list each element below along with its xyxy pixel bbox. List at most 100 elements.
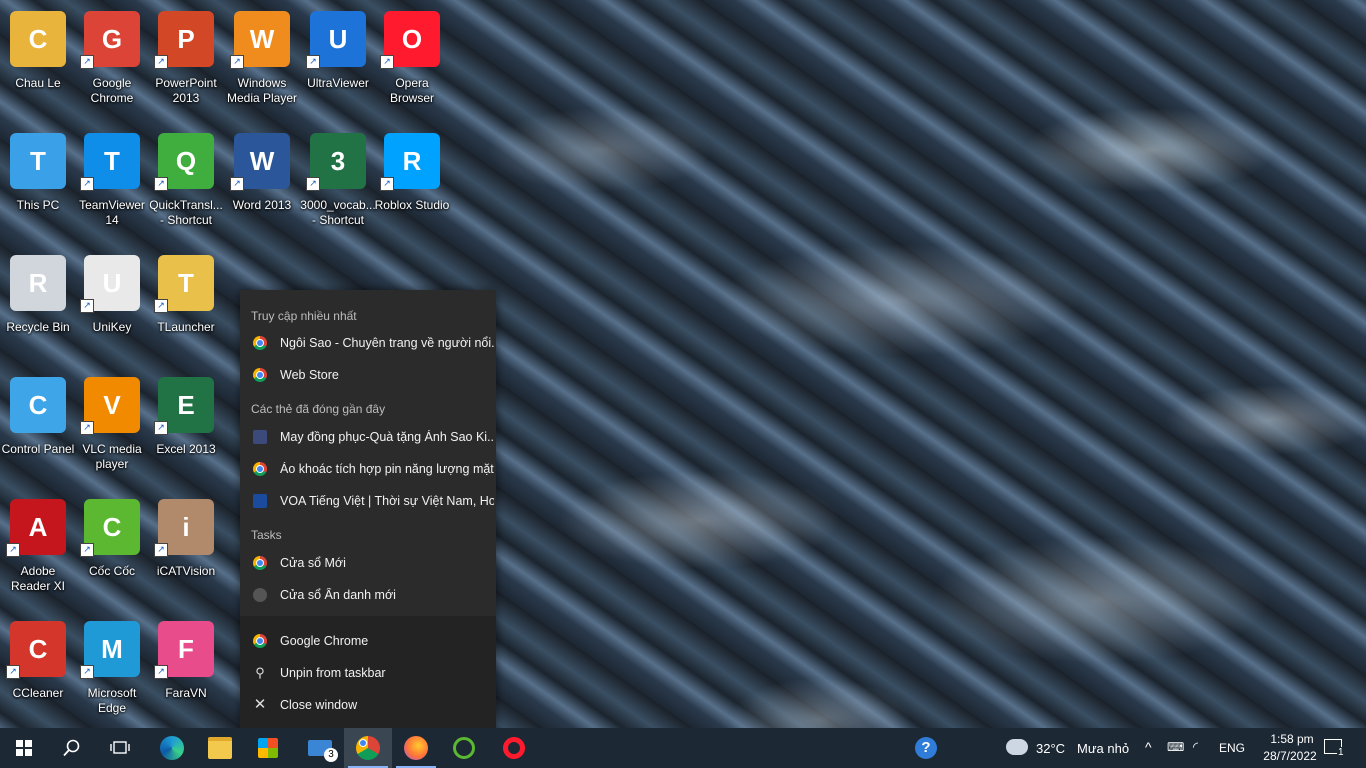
desktop-icon-label: 3000_vocab... - Shortcut bbox=[300, 198, 376, 227]
desktop-icon-label: VLC media player bbox=[82, 442, 142, 471]
chrome-jump-list: Truy cập nhiều nhất Ngôi Sao - Chuyên tr… bbox=[240, 290, 496, 728]
desktop-icon-excel[interactable]: E ↗ Excel 2013 bbox=[148, 371, 224, 491]
desktop-icon-label: UltraViewer bbox=[307, 76, 369, 90]
desktop-icon-label: Roblox Studio bbox=[374, 198, 450, 212]
store-icon bbox=[258, 738, 278, 758]
desktop-icon-checkmark[interactable]: Q ↗ QuickTransl... - Shortcut bbox=[148, 127, 224, 247]
folder-icon bbox=[208, 737, 232, 759]
incognito-icon bbox=[253, 588, 267, 602]
opera-icon bbox=[503, 737, 525, 759]
user-folder-icon: C bbox=[10, 11, 66, 67]
taskbar-edge[interactable] bbox=[148, 728, 196, 768]
desktop-icon-label: TeamViewer 14 bbox=[79, 198, 145, 227]
section-tasks: Tasks bbox=[251, 528, 282, 542]
desktop-icon-ccleaner[interactable]: C ↗ CCleaner bbox=[0, 615, 76, 735]
desktop-icon-label: PowerPoint 2013 bbox=[155, 76, 217, 105]
search-button[interactable] bbox=[48, 728, 96, 768]
desktop-icon-folder[interactable]: T ↗ TLauncher bbox=[148, 249, 224, 369]
shortcut-arrow-icon: ↗ bbox=[230, 177, 244, 191]
desktop-icon-icatvision[interactable]: i ↗ iCATVision bbox=[148, 493, 224, 613]
close-window[interactable]: ✕ Close window bbox=[240, 690, 496, 720]
task-new-window[interactable]: Cửa sổ Mới bbox=[240, 548, 496, 578]
edge-icon bbox=[160, 736, 184, 760]
shortcut-arrow-icon: ↗ bbox=[230, 55, 244, 69]
desktop-icon-computer[interactable]: T This PC bbox=[0, 127, 76, 247]
windows-icon bbox=[16, 740, 32, 756]
shortcut-arrow-icon: ↗ bbox=[154, 299, 168, 313]
desktop-icon-user-folder[interactable]: C Chau Le bbox=[0, 5, 76, 125]
shortcut-arrow-icon: ↗ bbox=[154, 55, 168, 69]
weather-condition[interactable]: Mưa nhỏ bbox=[1077, 741, 1129, 756]
clock-date[interactable]: 28/7/2022 bbox=[1254, 749, 1326, 763]
desktop-icon-excel-file[interactable]: 3 ↗ 3000_vocab... - Shortcut bbox=[300, 127, 376, 247]
desktop-icon-unikey[interactable]: U ↗ UniKey bbox=[74, 249, 150, 369]
desktop-icon-control-panel[interactable]: C Control Panel bbox=[0, 371, 76, 491]
shortcut-arrow-icon: ↗ bbox=[80, 421, 94, 435]
desktop-icon-word[interactable]: W ↗ Word 2013 bbox=[224, 127, 300, 247]
desktop-icon-edge[interactable]: M ↗ Microsoft Edge bbox=[74, 615, 150, 735]
jump-item-recent-2[interactable]: Áo khoác tích hợp pin năng lượng mặt... bbox=[240, 454, 496, 484]
clock-time[interactable]: 1:58 pm bbox=[1262, 732, 1322, 746]
shortcut-arrow-icon: ↗ bbox=[306, 55, 320, 69]
computer-icon: T bbox=[10, 133, 66, 189]
desktop-icon-chrome[interactable]: G ↗ Google Chrome bbox=[74, 5, 150, 125]
mail-badge: 3 bbox=[324, 748, 338, 762]
desktop-icon-coccoc[interactable]: C ↗ Cốc Cốc bbox=[74, 493, 150, 613]
chrome-icon bbox=[253, 462, 267, 476]
desktop-icon-media-player[interactable]: W ↗ Windows Media Player bbox=[224, 5, 300, 125]
desktop-icon-roblox-studio[interactable]: R ↗ Roblox Studio bbox=[374, 127, 450, 247]
taskbar-chrome[interactable] bbox=[344, 728, 392, 768]
desktop-icon-vlc[interactable]: V ↗ VLC media player bbox=[74, 371, 150, 491]
shortcut-arrow-icon: ↗ bbox=[154, 543, 168, 557]
shortcut-arrow-icon: ↗ bbox=[6, 665, 20, 679]
close-icon: ✕ bbox=[253, 696, 267, 713]
desktop-icon-label: Word 2013 bbox=[232, 198, 292, 212]
chevron-up-icon[interactable]: ^ bbox=[1145, 739, 1152, 755]
keyboard-input-icon[interactable]: ⌨ bbox=[1167, 740, 1184, 754]
jump-item-recent-1[interactable]: May đồng phục-Quà tặng Ánh Sao Ki... bbox=[240, 422, 496, 452]
desktop-icon-label: iCATVision bbox=[156, 564, 216, 578]
jump-list-footer: Google Chrome ⚲ Unpin from taskbar ✕ Close… bbox=[240, 616, 496, 728]
unpin-icon: ⚲ bbox=[255, 665, 265, 680]
weather-temperature[interactable]: 32°C bbox=[1036, 741, 1065, 756]
desktop: C Chau Le G ↗ Google Chrome P ↗ PowerPoint 2013… bbox=[0, 0, 1366, 728]
desktop-icon-powerpoint[interactable]: P ↗ PowerPoint 2013 bbox=[148, 5, 224, 125]
desktop-icon-recycle-bin[interactable]: R Recycle Bin bbox=[0, 249, 76, 369]
site-icon bbox=[253, 430, 267, 444]
desktop-icon-label: Chau Le bbox=[15, 76, 61, 90]
shortcut-arrow-icon: ↗ bbox=[80, 55, 94, 69]
language-indicator[interactable]: ENG bbox=[1219, 741, 1245, 755]
taskbar-file-explorer[interactable] bbox=[196, 728, 244, 768]
task-view-button[interactable] bbox=[96, 728, 144, 768]
start-button[interactable] bbox=[0, 728, 48, 768]
taskbar-opera[interactable] bbox=[490, 728, 538, 768]
shortcut-arrow-icon: ↗ bbox=[154, 665, 168, 679]
recycle-bin-icon: R bbox=[10, 255, 66, 311]
chrome-icon bbox=[356, 736, 380, 760]
jump-item-webstore[interactable]: Web Store bbox=[240, 360, 496, 390]
jump-item-ngoisao[interactable]: Ngôi Sao - Chuyên trang về người nổi... bbox=[240, 328, 496, 358]
taskbar-firefox[interactable] bbox=[392, 728, 440, 768]
taskbar-store[interactable] bbox=[244, 728, 292, 768]
shortcut-arrow-icon: ↗ bbox=[380, 55, 394, 69]
jump-item-recent-3[interactable]: VOA Tiếng Việt | Thời sự Việt Nam, Ho... bbox=[240, 486, 496, 516]
desktop-icon-opera[interactable]: O ↗ Opera Browser bbox=[374, 5, 450, 125]
taskbar-coccoc[interactable] bbox=[440, 728, 488, 768]
taskbar-mail[interactable]: 3 bbox=[296, 728, 344, 768]
task-new-incognito-window[interactable]: Cửa sổ Ẩn danh mới bbox=[240, 580, 496, 610]
desktop-icon-teamviewer[interactable]: T ↗ TeamViewer 14 bbox=[74, 127, 150, 247]
wifi-icon[interactable]: ◜ bbox=[1193, 739, 1198, 755]
desktop-icon-faravn[interactable]: F ↗ FaraVN bbox=[148, 615, 224, 735]
desktop-icon-label: Cốc Cốc bbox=[88, 564, 135, 578]
open-google-chrome[interactable]: Google Chrome bbox=[240, 626, 496, 656]
unpin-from-taskbar[interactable]: ⚲ Unpin from taskbar bbox=[240, 658, 496, 688]
help-button[interactable]: ? bbox=[902, 728, 950, 768]
shortcut-arrow-icon: ↗ bbox=[80, 177, 94, 191]
notification-count: 1 bbox=[1337, 747, 1345, 758]
desktop-icon-label: Recycle Bin bbox=[6, 320, 70, 334]
desktop-icon-label: QuickTransl... - Shortcut bbox=[149, 198, 223, 227]
desktop-icon-label: This PC bbox=[16, 198, 60, 212]
desktop-icon-ultraviewer[interactable]: U ↗ UltraViewer bbox=[300, 5, 376, 125]
desktop-icon-adobe-reader[interactable]: A ↗ Adobe Reader XI bbox=[0, 493, 76, 613]
desktop-icon-label: FaraVN bbox=[165, 686, 207, 700]
